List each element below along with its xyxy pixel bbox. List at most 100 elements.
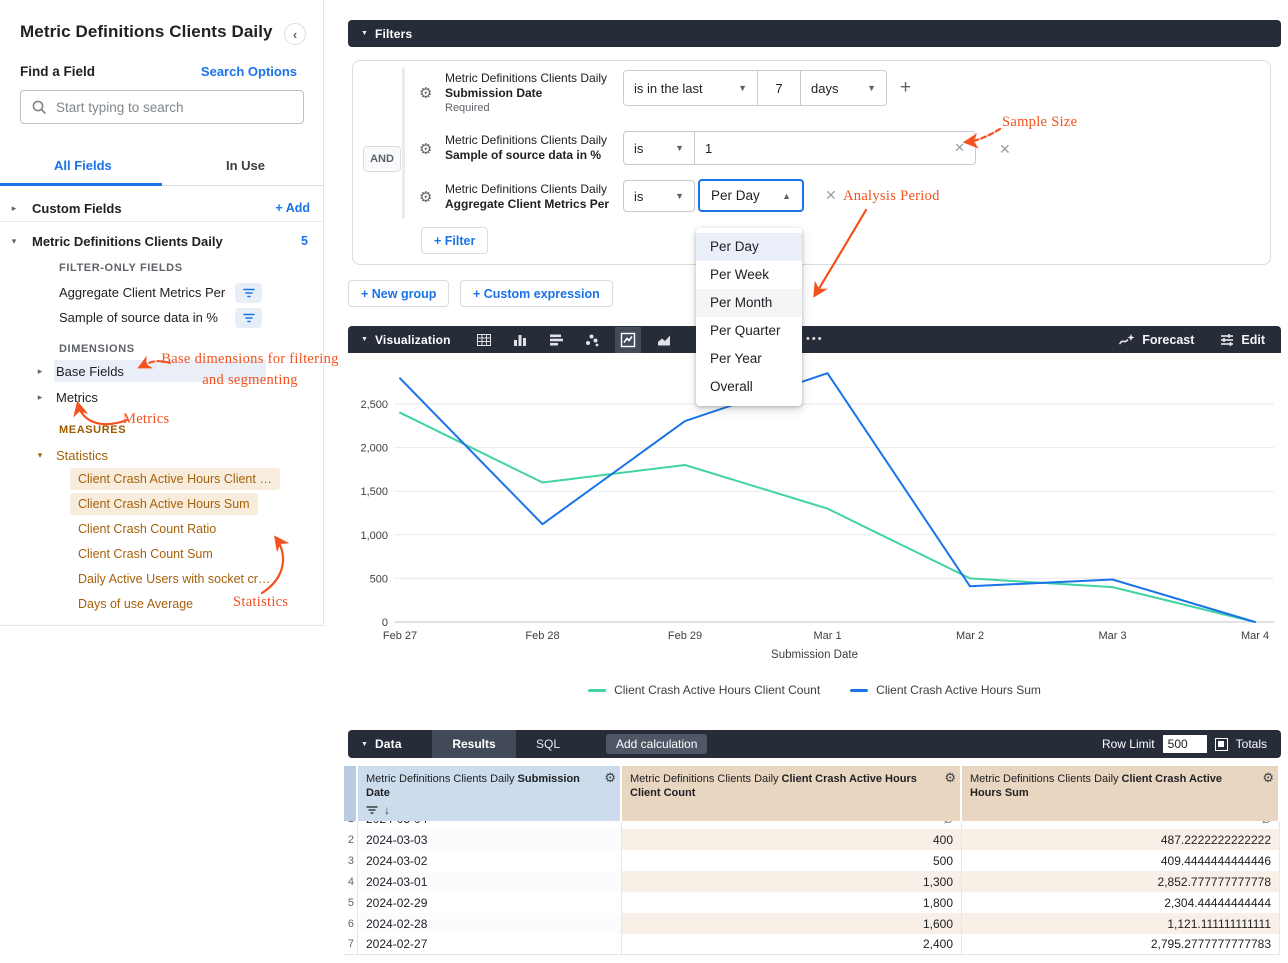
cell-submission-date[interactable]: 2024-03-01 xyxy=(358,871,622,892)
add-calculation-button[interactable]: Add calculation xyxy=(606,734,707,754)
tab-results[interactable]: Results xyxy=(432,730,516,758)
search-input[interactable] xyxy=(56,100,286,115)
new-group-button[interactable]: + New group xyxy=(348,280,449,307)
column-header-submission-date[interactable]: Metric Definitions Clients DailySubmissi… xyxy=(358,766,622,821)
cell-submission-date[interactable]: 2024-02-28 xyxy=(358,913,622,934)
cell-client-count[interactable]: 1,600 xyxy=(622,913,962,934)
gear-icon[interactable]: ⚙ xyxy=(944,771,956,785)
chart-plot-area[interactable]: 05001,0001,5002,0002,500Feb 27Feb 28Feb … xyxy=(348,353,1281,720)
operator-select[interactable]: is in the last▼ xyxy=(624,71,757,105)
value-input[interactable]: 7 xyxy=(757,71,800,105)
menu-option-per-week[interactable]: Per Week xyxy=(696,261,802,289)
cell-hours-sum[interactable]: 2,795.2777777777783 xyxy=(962,934,1280,955)
field-item-daily-active-users-with-socket-cr[interactable]: Daily Active Users with socket cr… xyxy=(70,568,278,590)
row-number[interactable]: 6 xyxy=(344,913,358,934)
tab-sql[interactable]: SQL xyxy=(516,730,580,758)
operator-select[interactable]: is▼ xyxy=(623,180,695,212)
field-item-client-crash-count-ratio[interactable]: Client Crash Count Ratio xyxy=(70,518,224,540)
cell-submission-date[interactable]: 2024-02-27 xyxy=(358,934,622,955)
column-chart-icon[interactable] xyxy=(512,332,528,348)
visualization-section-bar[interactable]: ▼ Visualization ••• Forecast Edit xyxy=(348,326,1281,353)
menu-option-per-quarter[interactable]: Per Quarter xyxy=(696,317,802,345)
collapse-arrow-icon[interactable]: ▾ xyxy=(8,236,20,247)
remove-filter-icon[interactable]: ✕ xyxy=(999,141,1011,158)
filter-by-field-button[interactable] xyxy=(235,308,262,328)
line-chart-icon-selected[interactable] xyxy=(615,327,641,353)
cell-client-count[interactable]: 2,400 xyxy=(622,934,962,955)
cell-submission-date[interactable]: 2024-03-03 xyxy=(358,829,622,850)
table-chart-icon[interactable] xyxy=(476,332,492,348)
row-number[interactable]: 5 xyxy=(344,892,358,913)
value-input[interactable]: 1✕ xyxy=(694,132,975,164)
gear-icon[interactable]: ⚙ xyxy=(419,188,432,206)
gear-icon[interactable]: ⚙ xyxy=(419,84,432,102)
add-filter-value-button[interactable]: + xyxy=(900,77,911,99)
cell-hours-sum[interactable]: 2,304.44444444444 xyxy=(962,892,1280,913)
expand-arrow-icon[interactable]: ▸ xyxy=(8,203,20,214)
view-row[interactable]: ▾ Metric Definitions Clients Daily 5 xyxy=(0,228,324,254)
scatter-chart-icon[interactable] xyxy=(584,332,600,348)
group-statistics[interactable]: ▾ Statistics xyxy=(0,444,324,466)
menu-option-per-day[interactable]: Per Day xyxy=(696,233,802,261)
row-limit-input[interactable] xyxy=(1163,735,1207,753)
cell-client-count[interactable]: 1,800 xyxy=(622,892,962,913)
expand-arrow-icon[interactable]: ▸ xyxy=(34,366,46,377)
custom-fields-row[interactable]: ▸ Custom Fields + Add xyxy=(0,195,324,222)
and-operator-pill[interactable]: AND xyxy=(363,146,401,172)
custom-expression-button[interactable]: + Custom expression xyxy=(460,280,613,307)
collapse-sidebar-button[interactable]: ‹ xyxy=(284,23,306,45)
cell-hours-sum[interactable]: 1,121.111111111111 xyxy=(962,913,1280,934)
menu-option-per-month[interactable]: Per Month xyxy=(696,289,802,317)
gear-icon[interactable]: ⚙ xyxy=(604,771,616,785)
field-item-client-crash-active-hours-sum[interactable]: Client Crash Active Hours Sum xyxy=(70,493,258,515)
cell-hours-sum[interactable]: 409.4444444444446 xyxy=(962,850,1280,871)
legend-item-client-crash-active-hours-client-count[interactable]: Client Crash Active Hours Client Count xyxy=(588,683,820,697)
forecast-button[interactable]: Forecast xyxy=(1119,333,1194,347)
row-number[interactable]: 4 xyxy=(344,871,358,892)
cell-hours-sum[interactable]: 2,852.777777777778 xyxy=(962,871,1280,892)
row-number[interactable]: 3 xyxy=(344,850,358,871)
menu-option-overall[interactable]: Overall xyxy=(696,373,802,401)
field-item-client-crash-active-hours-client[interactable]: Client Crash Active Hours Client … xyxy=(70,468,280,490)
clear-value-icon[interactable]: ✕ xyxy=(954,140,965,156)
column-header-client-count[interactable]: Metric Definitions Clients DailyClient C… xyxy=(622,766,962,821)
expand-arrow-icon[interactable]: ▸ xyxy=(34,392,46,403)
legend-item-client-crash-active-hours-sum[interactable]: Client Crash Active Hours Sum xyxy=(850,683,1041,697)
row-number[interactable]: 7 xyxy=(344,934,358,955)
sort-indicator[interactable]: ↓ xyxy=(366,803,598,817)
menu-option-per-year[interactable]: Per Year xyxy=(696,345,802,373)
add-filter-button[interactable]: + Filter xyxy=(421,227,488,254)
cell-submission-date[interactable]: 2024-03-02 xyxy=(358,850,622,871)
area-chart-icon[interactable] xyxy=(656,332,672,348)
row-number[interactable]: 2 xyxy=(344,829,358,850)
cell-client-count[interactable]: 400 xyxy=(622,829,962,850)
gear-icon[interactable]: ⚙ xyxy=(1262,771,1274,785)
field-row-sample-of-source-data[interactable]: Sample of source data in % xyxy=(0,305,324,330)
search-options-link[interactable]: Search Options xyxy=(201,64,297,79)
gear-icon[interactable]: ⚙ xyxy=(419,140,432,158)
cell-client-count[interactable]: 1,300 xyxy=(622,871,962,892)
cell-client-count[interactable]: 500 xyxy=(622,850,962,871)
add-custom-field-button[interactable]: + Add xyxy=(275,201,310,215)
collapse-arrow-icon[interactable]: ▾ xyxy=(34,450,46,461)
more-chart-types-icon[interactable]: ••• xyxy=(806,333,824,345)
unit-select[interactable]: days▼ xyxy=(800,71,886,105)
cell-submission-date[interactable]: 2024-02-29 xyxy=(358,892,622,913)
field-search-box[interactable] xyxy=(20,90,304,124)
totals-checkbox[interactable] xyxy=(1215,738,1228,751)
filter-by-field-button[interactable] xyxy=(235,283,262,303)
field-item-days-of-use-average[interactable]: Days of use Average xyxy=(70,593,201,615)
period-select-open[interactable]: Per Day▲ xyxy=(698,179,804,212)
filters-section-bar[interactable]: ▼ Filters xyxy=(348,20,1281,47)
field-item-client-crash-count-sum[interactable]: Client Crash Count Sum xyxy=(70,543,221,565)
field-row-aggregate-client-metrics-per[interactable]: Aggregate Client Metrics Per xyxy=(0,280,324,305)
remove-filter-icon[interactable]: ✕ xyxy=(825,187,837,204)
column-header-hours-sum[interactable]: Metric Definitions Clients DailyClient C… xyxy=(962,766,1280,821)
edit-viz-button[interactable]: Edit xyxy=(1220,333,1265,347)
tab-all-fields[interactable]: All Fields xyxy=(54,158,112,173)
operator-select[interactable]: is▼ xyxy=(624,132,694,164)
tab-in-use[interactable]: In Use xyxy=(226,158,265,173)
bar-chart-icon[interactable] xyxy=(548,332,564,348)
cell-hours-sum[interactable]: 487.2222222222222 xyxy=(962,829,1280,850)
data-section-bar[interactable]: ▼ Data Results SQL Add calculation Row L… xyxy=(348,730,1281,758)
